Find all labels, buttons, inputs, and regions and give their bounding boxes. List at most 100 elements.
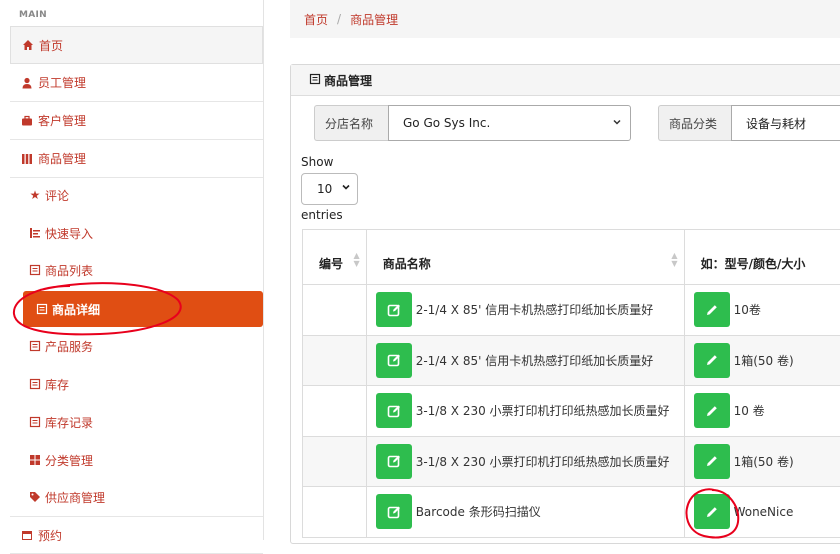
- table-header-row: 编号 ▲▼ 商品名称 ▲▼ 如：型号/颜色/大小: [303, 230, 840, 285]
- cell-id: [303, 285, 367, 336]
- sidebar-item-label: 员工管理: [38, 74, 86, 91]
- breadcrumb: 首页 / 商品管理: [290, 0, 840, 38]
- category-select-value: 设备与耗材: [746, 115, 806, 132]
- chevron-down-icon: [612, 117, 622, 130]
- sidebar-subitem-label: 产品服务: [45, 338, 93, 355]
- cell-id: [303, 335, 367, 386]
- edit-spec-button[interactable]: [694, 343, 730, 378]
- entries-label: entries: [301, 208, 343, 222]
- cell-name: 2-1/4 X 85' 信用卡机热感打印纸加长质量好: [366, 335, 684, 386]
- cell-spec: WoneNice: [684, 487, 840, 538]
- category-filter: 商品分类 设备与耗材: [658, 105, 840, 141]
- edit-product-button[interactable]: [376, 393, 412, 428]
- store-select-value: Go Go Sys Inc.: [403, 116, 490, 130]
- column-header-name[interactable]: 商品名称 ▲▼: [366, 230, 684, 285]
- edit-spec-button[interactable]: [694, 444, 730, 479]
- cell-id: [303, 436, 367, 487]
- sidebar-subitem-suppliers[interactable]: 供应商管理: [18, 479, 263, 515]
- sidebar-subitem-label: 库存: [45, 376, 69, 393]
- columns-icon: [20, 153, 34, 165]
- sidebar-subitem-product-detail[interactable]: 商品详细: [23, 291, 263, 327]
- sidebar-subitem-reviews[interactable]: ★ 评论: [18, 177, 263, 213]
- edit-product-button[interactable]: [376, 444, 412, 479]
- home-icon: [21, 39, 35, 51]
- list-icon: [309, 73, 321, 88]
- spec-value: 1箱(50 卷): [734, 352, 794, 369]
- product-name: 2-1/4 X 85' 信用卡机热感打印纸加长质量好: [416, 301, 654, 318]
- column-header-id[interactable]: 编号 ▲▼: [303, 230, 367, 285]
- sidebar-subitem-label: 评论: [45, 187, 69, 204]
- show-label: Show: [301, 155, 333, 169]
- column-header-label: 编号: [319, 257, 343, 271]
- edit-product-button[interactable]: [376, 292, 412, 327]
- sidebar-item-appointments[interactable]: 预约: [10, 516, 263, 554]
- sidebar-subitem-label: 分类管理: [45, 452, 93, 469]
- cell-id: [303, 487, 367, 538]
- list-icon: [28, 416, 42, 428]
- sidebar-subitem-inventory[interactable]: 库存: [18, 366, 263, 402]
- store-select[interactable]: Go Go Sys Inc.: [388, 105, 631, 141]
- product-name: 2-1/4 X 85' 信用卡机热感打印纸加长质量好: [416, 352, 654, 369]
- sidebar-subitem-label: 商品列表: [45, 262, 93, 279]
- sidebar-item-label: 客户管理: [38, 112, 86, 129]
- sidebar-section-label: MAIN: [0, 0, 263, 26]
- breadcrumb-home-link[interactable]: 首页: [304, 11, 328, 28]
- edit-spec-button[interactable]: [694, 494, 730, 529]
- sidebar-item-customers[interactable]: 客户管理: [10, 102, 263, 140]
- edit-product-button[interactable]: [376, 343, 412, 378]
- list-icon: [28, 340, 42, 352]
- sort-icon: ▲▼: [354, 252, 360, 268]
- spec-value: 10卷: [734, 301, 761, 318]
- breadcrumb-current[interactable]: 商品管理: [350, 11, 398, 28]
- list-icon: [28, 264, 42, 276]
- sidebar-subitem-quick-import[interactable]: 快速导入: [18, 215, 263, 251]
- spec-value: 10 卷: [734, 402, 765, 419]
- edit-square-icon: [387, 454, 401, 468]
- edit-spec-button[interactable]: [694, 292, 730, 327]
- chevron-down-icon: [341, 182, 351, 195]
- table-row: 2-1/4 X 85' 信用卡机热感打印纸加长质量好 1箱(50 卷): [303, 335, 840, 386]
- cell-spec: 10 卷: [684, 386, 840, 437]
- briefcase-icon: [20, 115, 34, 127]
- product-name: Barcode 条形码扫描仪: [416, 503, 541, 520]
- edit-spec-button[interactable]: [694, 393, 730, 428]
- sidebar-subitem-label: 快速导入: [45, 225, 93, 242]
- sidebar-subitem-label: 商品详细: [52, 301, 100, 318]
- pencil-icon: [705, 353, 719, 367]
- cell-name: 3-1/8 X 230 小票打印机打印纸热感加长质量好: [366, 436, 684, 487]
- category-filter-label: 商品分类: [658, 105, 731, 141]
- edit-product-button[interactable]: [376, 494, 412, 529]
- sidebar-item-home[interactable]: 首页: [10, 26, 263, 64]
- product-table: 编号 ▲▼ 商品名称 ▲▼ 如：型号/颜色/大小: [302, 229, 840, 538]
- column-header-label: 商品名称: [383, 257, 431, 271]
- sidebar-subitem-services[interactable]: 产品服务: [18, 328, 263, 364]
- sidebar-subitem-product-list[interactable]: 商品列表: [18, 252, 263, 288]
- product-name: 3-1/8 X 230 小票打印机打印纸热感加长质量好: [416, 402, 670, 419]
- table-row: Barcode 条形码扫描仪 WoneNice: [303, 487, 840, 538]
- grid-icon: [28, 454, 42, 466]
- sidebar-item-label: 商品管理: [38, 150, 86, 167]
- panel-header: 商品管理: [291, 65, 840, 96]
- product-name: 3-1/8 X 230 小票打印机打印纸热感加长质量好: [416, 453, 670, 470]
- sidebar-item-staff[interactable]: 员工管理: [10, 64, 263, 102]
- sidebar-item-label: 首页: [39, 37, 63, 54]
- store-filter-label: 分店名称: [314, 105, 388, 141]
- sidebar-subitem-label: 供应商管理: [45, 489, 105, 506]
- user-icon: [20, 77, 34, 89]
- column-header-spec[interactable]: 如：型号/颜色/大小: [684, 230, 840, 285]
- calendar-icon: [20, 529, 34, 541]
- sidebar-subitem-inventory-log[interactable]: 库存记录: [18, 404, 263, 440]
- cell-spec: 1箱(50 卷): [684, 436, 840, 487]
- sidebar: MAIN 首页 员工管理 客户管理 商品管理 ★ 评论 快速导入: [0, 0, 264, 540]
- spec-value: 1箱(50 卷): [734, 453, 794, 470]
- sidebar-subitem-categories[interactable]: 分类管理: [18, 442, 263, 478]
- edit-square-icon: [387, 404, 401, 418]
- tag-icon: [28, 491, 42, 503]
- table-row: 2-1/4 X 85' 信用卡机热感打印纸加长质量好 10卷: [303, 285, 840, 336]
- pencil-icon: [705, 505, 719, 519]
- pencil-icon: [705, 303, 719, 317]
- category-select[interactable]: 设备与耗材: [731, 105, 840, 141]
- sidebar-item-label: 预约: [38, 527, 62, 544]
- entries-per-page-select[interactable]: 10: [301, 173, 358, 205]
- sidebar-item-products[interactable]: 商品管理: [10, 140, 263, 178]
